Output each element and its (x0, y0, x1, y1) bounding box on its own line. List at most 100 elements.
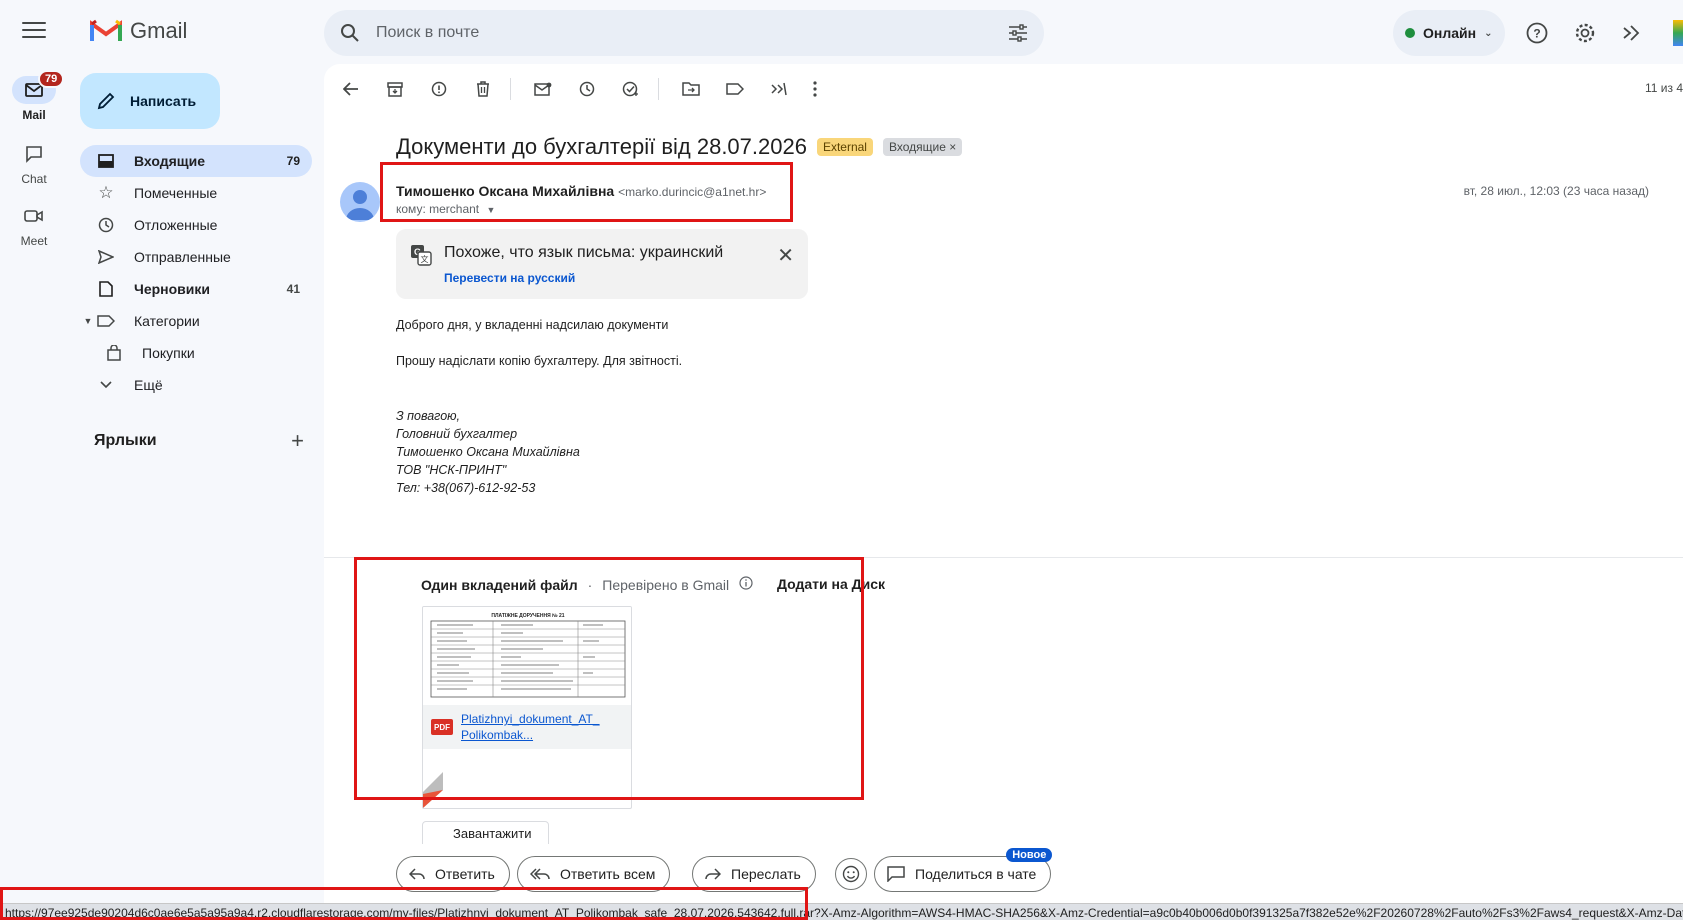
reply-all-label: Ответить всем (560, 866, 656, 882)
snooze-clock-icon[interactable] (576, 78, 598, 100)
apps-launcher-icon[interactable] (1673, 20, 1683, 46)
compose-label: Написать (130, 93, 197, 109)
add-label-icon[interactable]: + (291, 428, 304, 454)
move-to-folder-icon[interactable] (680, 78, 702, 100)
close-icon[interactable]: ✕ (777, 243, 794, 268)
status-selector[interactable]: Онлайн ⌄ (1393, 10, 1505, 56)
rail-label-chat: Chat (21, 172, 47, 186)
nav-label-drafts: Черновики (134, 281, 211, 297)
labels-section-header: Ярлыки + (94, 428, 304, 454)
status-dropdown-icon: ⌄ (1484, 27, 1493, 39)
main-menu-icon[interactable] (22, 22, 46, 40)
filter-icon[interactable] (768, 78, 790, 100)
mail-unread-badge: 79 (38, 70, 65, 88)
gmail-logo[interactable]: Gmail (90, 18, 187, 44)
nav-item-categories[interactable]: ▼ Категории (80, 305, 312, 337)
inbox-label-chip[interactable]: Входящие × (882, 138, 963, 156)
attachment-highlight-box (354, 557, 864, 800)
reply-icon (409, 868, 425, 880)
sender-highlight-box (380, 162, 793, 222)
online-dot-icon (1405, 28, 1415, 38)
share-in-chat-button[interactable]: Поделиться в чате Новое (874, 848, 1053, 892)
svg-text:文: 文 (421, 254, 429, 264)
nav-item-snoozed[interactable]: Отложенные (80, 209, 312, 241)
clock-icon (96, 215, 116, 235)
toolbar-divider (658, 78, 659, 100)
chat-bubble-icon (887, 866, 905, 882)
sender-avatar[interactable] (340, 182, 380, 222)
svg-text:?: ? (1533, 27, 1540, 41)
nav-label-categories: Категории (134, 313, 200, 329)
nav-label-sent: Отправленные (134, 249, 231, 265)
nav-item-inbox[interactable]: Входящие 79 (80, 145, 312, 177)
rail-item-chat[interactable]: Chat (0, 140, 68, 186)
more-vert-icon[interactable] (804, 78, 826, 100)
expand-arrow-icon[interactable]: ▼ (80, 316, 96, 326)
search-input[interactable]: Поиск в почте (376, 24, 1008, 42)
left-rail: 79 Mail Chat Meet (0, 0, 68, 920)
status-label: Онлайн (1423, 25, 1477, 41)
help-icon[interactable]: ? (1524, 20, 1550, 46)
toolbar-divider (510, 78, 511, 100)
url-highlight-box (0, 887, 808, 920)
message-view: 11 из 4 Документи до бухгалтерії від 28.… (324, 64, 1683, 920)
rail-label-meet: Meet (20, 234, 48, 248)
signature-line: Тел: +38(067)-612-92-53 (396, 481, 536, 495)
new-feature-badge: Новое (1006, 848, 1053, 862)
folder-nav: Входящие 79 ☆ Помеченные Отложенные Отпр… (80, 145, 312, 401)
rail-item-mail[interactable]: 79 Mail (0, 70, 68, 122)
inbox-icon (96, 151, 116, 171)
emoji-reaction-button[interactable] (835, 858, 867, 890)
translate-banner: G文 Похоже, что язык письма: украинский П… (396, 229, 808, 299)
search-icon[interactable] (340, 23, 360, 43)
pagination-text: 11 из 4 (1644, 81, 1683, 95)
compose-button[interactable]: Написать (80, 73, 220, 129)
meet-icon (24, 210, 43, 222)
search-options-icon[interactable] (1008, 24, 1028, 42)
forward-icon (705, 868, 721, 880)
pencil-icon (97, 92, 115, 110)
labels-title: Ярлыки (94, 432, 157, 449)
nav-item-sent[interactable]: Отправленные (80, 241, 312, 273)
settings-gear-icon[interactable] (1572, 20, 1598, 46)
reply-all-icon (530, 868, 550, 880)
email-subject: Документи до бухгалтерії від 28.07.2026 (396, 134, 807, 159)
nav-label-starred: Помеченные (134, 185, 218, 201)
nav-label-snoozed: Отложенные (134, 217, 218, 233)
nav-label-purchases: Покупки (142, 345, 195, 361)
drafts-count: 41 (286, 282, 300, 296)
signature-line: ТОВ "НСК-ПРИНТ" (396, 463, 507, 477)
forward-label: Переслать (731, 866, 801, 882)
add-task-icon[interactable] (620, 78, 642, 100)
message-toolbar: 11 из 4 (324, 64, 1683, 112)
report-spam-icon[interactable] (428, 78, 450, 100)
rail-item-meet[interactable]: Meet (0, 202, 68, 248)
label-icon (96, 311, 116, 331)
shopping-icon (104, 343, 124, 363)
email-date: вт, 28 июл., 12:03 (23 часа назад) (1463, 184, 1649, 198)
nav-item-more[interactable]: Ещё (80, 369, 312, 401)
delete-icon[interactable] (472, 78, 494, 100)
signature-line: Тимошенко Оксана Михайлівна (396, 445, 580, 459)
inbox-chip-label: Входящие (888, 140, 946, 154)
share-in-chat-label: Поделиться в чате (915, 866, 1037, 882)
mark-unread-icon[interactable] (532, 78, 554, 100)
chat-icon (26, 146, 42, 163)
subject-line: Документи до бухгалтерії від 28.07.2026 … (396, 134, 963, 160)
nav-item-purchases[interactable]: Покупки (80, 337, 312, 369)
nav-label-inbox: Входящие (134, 153, 205, 169)
nav-item-starred[interactable]: ☆ Помеченные (80, 177, 312, 209)
body-line: Доброго дня, у вкладенні надсилаю докуме… (396, 318, 669, 332)
gemini-icon[interactable] (1619, 20, 1645, 46)
gmail-m-icon (90, 19, 122, 41)
translate-link[interactable]: Перевести на русский (444, 271, 575, 285)
star-icon: ☆ (98, 183, 114, 202)
search-bar[interactable]: Поиск в почте (324, 10, 1044, 56)
nav-item-drafts[interactable]: Черновики 41 (80, 273, 312, 305)
archive-icon[interactable] (384, 78, 406, 100)
back-arrow-icon[interactable] (340, 78, 362, 100)
label-tag-icon[interactable] (724, 78, 746, 100)
remove-label-icon[interactable]: × (949, 140, 956, 154)
signature-line: З повагою, (396, 409, 461, 423)
app-name: Gmail (130, 18, 188, 43)
